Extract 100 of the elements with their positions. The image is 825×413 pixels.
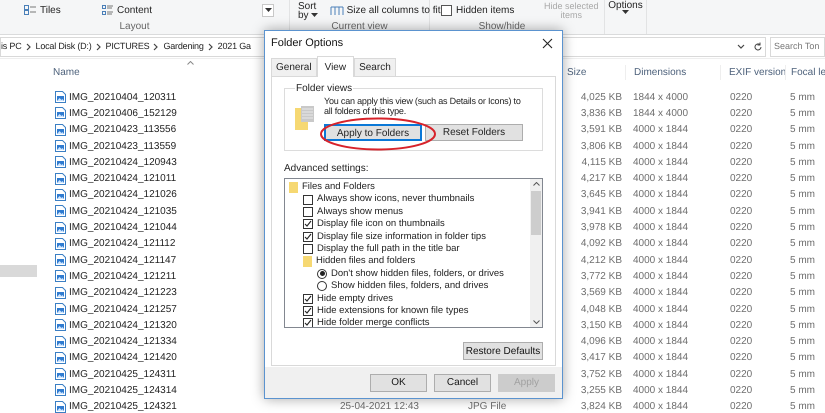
setting-checkbox[interactable]	[303, 206, 313, 217]
file-name[interactable]: IMG_20210424_121026	[69, 187, 177, 202]
size-cell-text: 4,096 KB	[580, 335, 623, 350]
hidden-items-checkbox[interactable]	[441, 4, 452, 16]
focal-cell-text: 5 mm	[789, 351, 816, 366]
file-name[interactable]: IMG_20210423_113556	[69, 122, 176, 138]
breadcrumb[interactable]: Local Disk (D:)	[36, 40, 92, 54]
dialog-title: Folder Options	[271, 36, 344, 51]
chevron-right-icon	[96, 42, 102, 50]
setting-label[interactable]: Always show menus	[317, 204, 404, 220]
focal-cell-text: 5 mm	[789, 237, 816, 252]
dialog-button[interactable]: OK	[370, 374, 427, 392]
image-file-icon	[55, 205, 66, 218]
folder-views-description: You can apply this view (such as Details or Icons) to all folders of this type.	[324, 96, 522, 116]
setting-checkbox[interactable]	[303, 306, 313, 316]
file-name[interactable]: IMG_20210424_121223	[69, 285, 177, 300]
file-name[interactable]: IMG_20210424_121211	[69, 268, 176, 284]
file-name[interactable]: IMG_20210424_121320	[69, 318, 177, 333]
file-name[interactable]: IMG_20210425_124311	[69, 366, 176, 382]
file-name[interactable]: IMG_20210425_124314	[69, 382, 177, 398]
image-file-icon	[55, 270, 66, 282]
setting-checkbox[interactable]	[303, 232, 313, 242]
focal-cell-text: 5 mm	[789, 188, 816, 202]
setting-label[interactable]: Hide empty drives	[317, 292, 394, 306]
breadcrumb[interactable]: PICTURES	[106, 40, 150, 54]
exif-cell-text: 0220	[729, 351, 754, 366]
setting-label[interactable]: Don't show hidden files, folders, or drives	[331, 266, 504, 282]
setting-checkbox[interactable]	[303, 219, 313, 230]
file-name[interactable]: IMG_20210406_152129	[69, 106, 177, 121]
file-name[interactable]: IMG_20210425_124321	[69, 399, 177, 413]
dialog-button[interactable]: Restore Defaults	[463, 342, 543, 360]
file-name[interactable]: IMG_20210424_121044	[69, 220, 177, 236]
setting-checkbox[interactable]	[303, 294, 313, 304]
setting-radio[interactable]	[317, 281, 327, 292]
exif-cell-text: 0220	[729, 221, 754, 236]
size-cell-text: 3,752 KB	[580, 368, 623, 382]
caret-icon	[310, 13, 318, 17]
setting-label[interactable]: Always show icons, never thumbnails	[317, 192, 474, 207]
size-cell-text: 4,115 KB	[580, 156, 623, 170]
column-header[interactable]: EXIF version	[720, 64, 785, 80]
scrollbar[interactable]	[530, 179, 542, 327]
file-name[interactable]: IMG_20210424_120943	[69, 154, 177, 170]
chevron-down-icon[interactable]	[737, 44, 745, 50]
refresh-icon[interactable]	[753, 42, 763, 52]
setting-checkbox[interactable]	[303, 194, 313, 205]
focal-cell-text: 5 mm	[789, 254, 816, 268]
file-name[interactable]: IMG_20210404_120311	[69, 90, 176, 105]
dialog-tab[interactable]: View	[316, 56, 354, 77]
breadcrumb[interactable]: Gardening	[163, 40, 204, 54]
sort-by-button[interactable]: Sort by	[298, 2, 318, 20]
setting-radio[interactable]	[317, 268, 327, 279]
folder-views-button[interactable]: Reset Folders	[425, 124, 523, 141]
folder-views-button[interactable]: Apply to Folders	[324, 124, 422, 141]
column-header[interactable]: Dimensions	[625, 64, 720, 80]
close-icon[interactable]	[542, 38, 553, 48]
layout-option[interactable]: Tiles	[40, 2, 61, 18]
setting-label[interactable]: Show hidden files, folders, and drives	[331, 279, 488, 294]
file-name[interactable]: IMG_20210424_121112	[69, 236, 176, 252]
exif-cell-text: 0220	[729, 254, 754, 268]
file-name[interactable]: IMG_20210424_121420	[69, 350, 177, 366]
focal-cell-text: 5 mm	[789, 106, 816, 121]
exif-cell-text: 0220	[729, 368, 754, 382]
folder-icon	[289, 182, 298, 193]
checkbox-label[interactable]: Hidden items	[456, 2, 544, 18]
setting-label[interactable]: Display the full path in the title bar	[317, 242, 460, 256]
scroll-down-icon[interactable]	[532, 320, 540, 324]
caret-icon	[622, 10, 629, 14]
file-name[interactable]: IMG_20210424_121035	[69, 204, 177, 219]
breadcrumb[interactable]: 2021 Ga	[218, 40, 251, 54]
scroll-up-icon[interactable]	[532, 182, 540, 186]
file-name[interactable]: IMG_20210424_121334	[69, 334, 177, 350]
exif-cell-text: 0220	[729, 335, 754, 350]
file-name[interactable]: IMG_20210423_113559	[69, 138, 176, 154]
options-button[interactable]: Options	[605, 1, 646, 14]
file-name[interactable]: IMG_20210424_121257	[69, 302, 177, 316]
exif-cell-text: 0220	[729, 286, 754, 300]
size-columns-button[interactable]: Size all columns to fit	[330, 2, 440, 18]
dialog-tab[interactable]: General	[271, 58, 317, 76]
setting-label[interactable]: Display file icon on thumbnails	[317, 217, 445, 232]
size-cell-text: 3,836 KB	[580, 106, 623, 121]
file-name[interactable]: IMG_20210424_121147	[69, 252, 176, 268]
layout-option[interactable]: Content	[117, 2, 152, 18]
file-name[interactable]: IMG_20210424_121011	[69, 171, 176, 186]
dialog-button[interactable]: Cancel	[434, 374, 491, 392]
exif-cell-text: 0220	[729, 384, 754, 398]
setting-label[interactable]: Display file size information in folder tips	[317, 230, 486, 244]
setting-checkbox[interactable]	[303, 244, 313, 254]
more-layouts-button[interactable]	[262, 4, 274, 16]
breadcrumb[interactable]: is PC	[1, 40, 22, 54]
setting-label[interactable]: Hide folder merge conflicts	[317, 316, 430, 327]
image-file-icon	[55, 91, 66, 104]
chevron-right-icon	[153, 42, 160, 50]
setting-label[interactable]: Hide extensions for known file types	[317, 304, 469, 318]
size-cell-text: 4,212 KB	[580, 254, 623, 268]
focal-cell-text: 5 mm	[789, 368, 816, 382]
dialog-tab[interactable]: Search	[354, 58, 396, 76]
size-cell-text: 4,092 KB	[580, 237, 623, 252]
exif-cell-text: 0220	[729, 172, 754, 186]
dimensions-cell-text: 4000 x 1844	[632, 123, 690, 138]
setting-checkbox[interactable]	[303, 318, 313, 327]
